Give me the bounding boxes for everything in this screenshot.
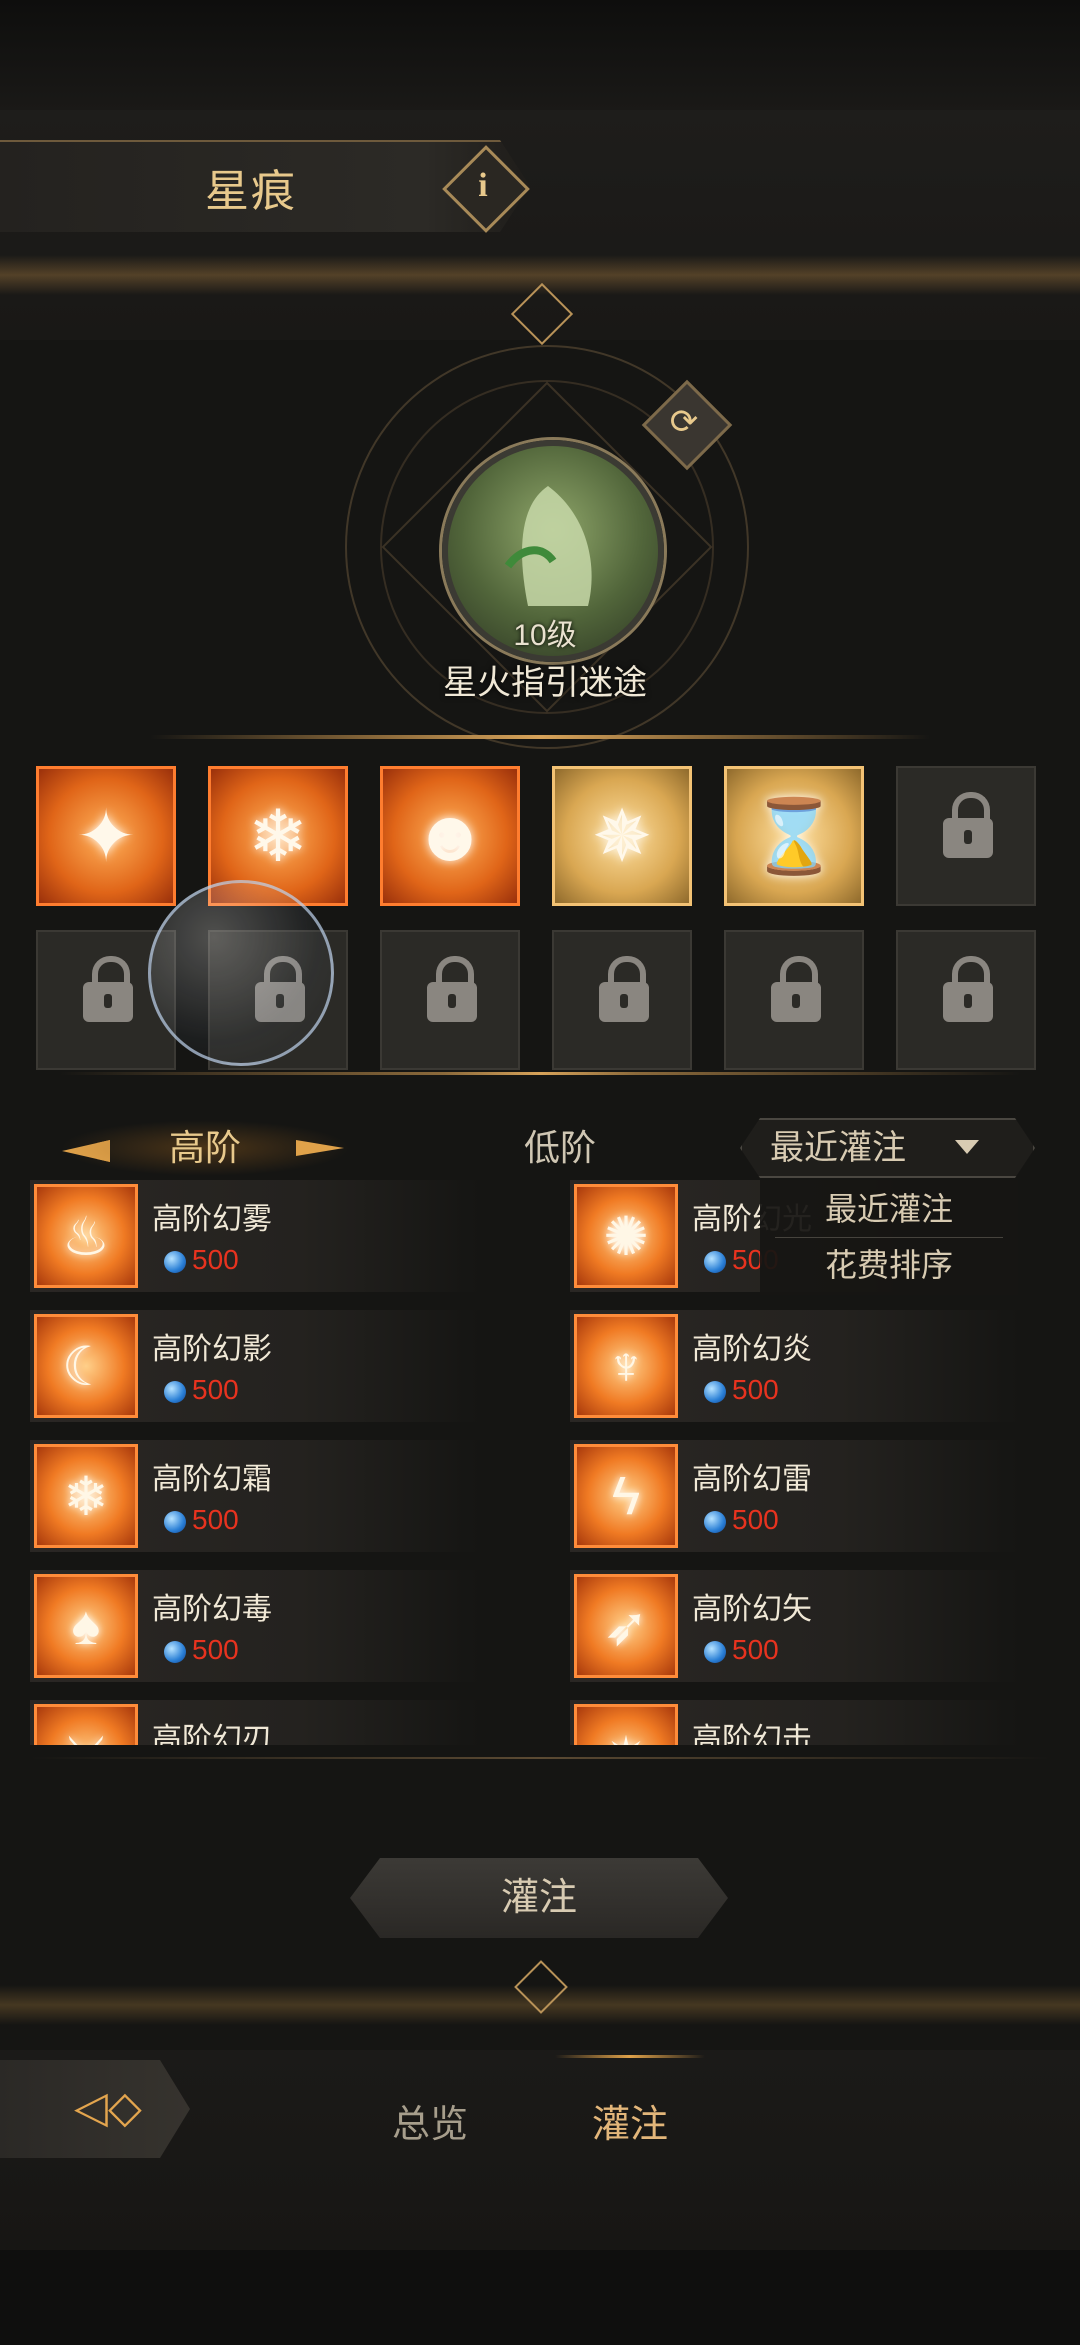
thunder-icon: ϟ [574,1444,678,1548]
info-icon[interactable]: i [455,158,511,214]
grid-divider [60,1072,1020,1075]
skill-slot[interactable] [552,930,692,1070]
gem-currency-icon [704,1381,726,1403]
nav-active-indicator [555,2055,705,2058]
skill-slot[interactable] [380,930,520,1070]
gem-currency-icon [164,1381,186,1403]
strike-icon: ✷ [574,1704,678,1745]
sparkle-star-icon: ✦ [75,797,137,877]
item-name: 高阶幻影 [152,1333,272,1366]
item-name: 高阶幻雷 [692,1463,812,1496]
floating-bubble[interactable] [148,880,334,1066]
skill-slot[interactable]: ⌛ [724,766,864,906]
lock-icon [771,956,821,1022]
nav-overview[interactable]: 总览 [360,2095,500,2155]
hero-divider [150,735,930,739]
item-name: 高阶幻炎 [692,1333,812,1366]
lock-icon [943,792,993,858]
infusion-item[interactable]: ☾ 高阶幻影 500 [30,1310,480,1422]
infusion-item[interactable]: ♠ 高阶幻毒 500 [30,1570,480,1682]
item-cost: 500 [732,1504,779,1535]
compass-wheel-icon: ✵ [591,797,653,877]
item-name: 高阶幻雾 [152,1203,272,1236]
skill-slot[interactable]: ☻ [380,766,520,906]
demon-face-icon: ☻ [412,796,488,876]
lock-icon [599,956,649,1022]
lock-icon [83,956,133,1022]
infusion-item[interactable]: ♨ 高阶幻雾 500 [30,1180,480,1292]
item-name: 高阶幻矢 [692,1593,812,1626]
shadow-icon: ☾ [34,1314,138,1418]
arrow-feather-icon: ➶ [574,1574,678,1678]
hero-level: 10级 [513,619,577,652]
tab-low[interactable]: 低阶 [470,1120,650,1176]
bottom-footer-band [0,2250,1080,2345]
item-cost: 500 [192,1634,239,1665]
poison-icon: ♠ [34,1574,138,1678]
infusion-item[interactable]: ➶ 高阶幻矢 500 [570,1570,1020,1682]
chevron-down-icon[interactable] [955,1140,979,1154]
skill-slot[interactable]: ✦ [36,766,176,906]
infusion-item[interactable]: ϟ 高阶幻雷 500 [570,1440,1020,1552]
hero-name: 星火指引迷途 [443,664,647,702]
lock-icon [427,956,477,1022]
item-cost: 500 [192,1244,239,1275]
light-icon: ✺ [574,1184,678,1288]
skill-slot[interactable] [724,930,864,1070]
gem-currency-icon [164,1251,186,1273]
blade-icon: ⚔ [34,1704,138,1745]
nav-infuse[interactable]: 灌注 [560,2095,700,2155]
item-name: 高阶幻刃 [152,1723,272,1745]
sort-option-recent[interactable]: 最近灌注 [760,1182,1018,1237]
skill-slot[interactable]: ✵ [552,766,692,906]
item-name: 高阶幻击 [692,1723,812,1745]
gem-currency-icon [704,1511,726,1533]
hourglass-cycle-icon: ⌛ [749,796,839,877]
top-decorative-band [0,0,1080,110]
item-cost: 500 [732,1634,779,1665]
item-name: 高阶幻毒 [152,1593,272,1626]
gem-currency-icon [704,1641,726,1663]
sort-menu-separator [775,1237,1003,1238]
mist-icon: ♨ [34,1184,138,1288]
refresh-icon[interactable]: ⟳ [655,393,713,451]
infusion-item[interactable]: ❄ 高阶幻霜 500 [30,1440,480,1552]
flame-icon: ♆ [574,1314,678,1418]
item-cost: 500 [732,1374,779,1405]
item-cost: 500 [192,1374,239,1405]
back-icon[interactable]: ◁◇ [60,2078,156,2138]
infuse-button-label[interactable]: 灌注 [350,1858,728,1938]
frost-icon: ❄ [34,1444,138,1548]
infusion-item[interactable]: ✷ 高阶幻击 [570,1700,1020,1745]
item-cost: 500 [192,1504,239,1535]
infusion-item[interactable]: ⚔ 高阶幻刃 [30,1700,480,1745]
gem-currency-icon [704,1251,726,1273]
list-divider [30,1757,1050,1759]
page-title: 星痕 [205,167,297,216]
gem-currency-icon [164,1511,186,1533]
infusion-item[interactable]: ♆ 高阶幻炎 500 [570,1310,1020,1422]
skill-slot[interactable] [896,766,1036,906]
lock-icon [943,956,993,1022]
gem-currency-icon [164,1641,186,1663]
item-name: 高阶幻霜 [152,1463,272,1496]
skill-slot[interactable] [896,930,1036,1070]
sort-option-cost[interactable]: 花费排序 [760,1238,1018,1293]
